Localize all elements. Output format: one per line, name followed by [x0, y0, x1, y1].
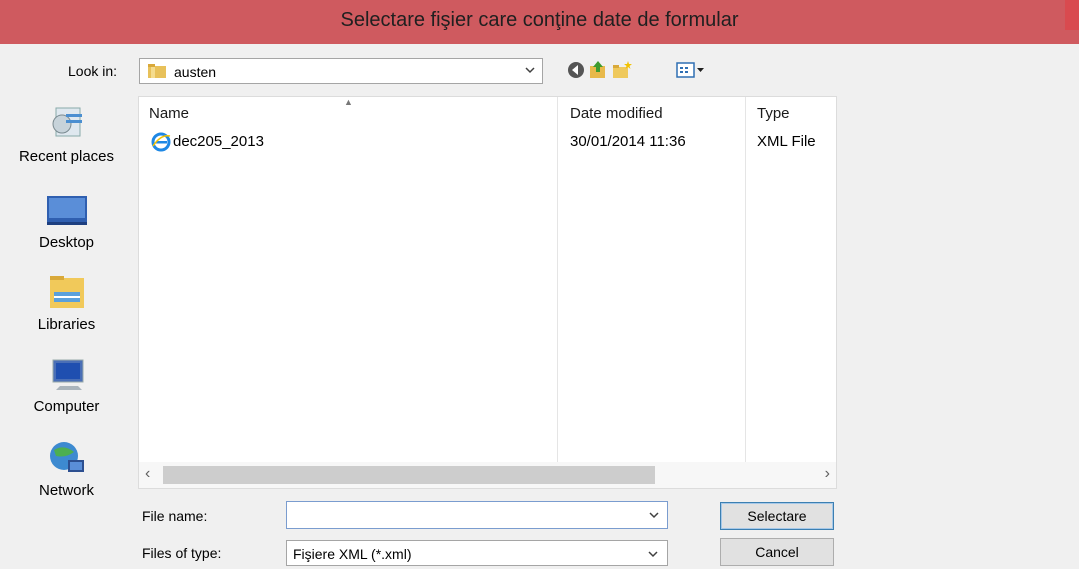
look-in-combo[interactable]: austen	[139, 58, 543, 84]
close-button[interactable]	[1065, 0, 1079, 30]
place-libraries[interactable]: Libraries	[0, 272, 133, 333]
up-folder-icon[interactable]	[588, 60, 608, 80]
view-menu-icon[interactable]	[676, 60, 706, 80]
new-folder-icon[interactable]	[612, 60, 632, 80]
horizontal-scrollbar[interactable]: ‹ ›	[139, 462, 836, 488]
desktop-icon	[46, 196, 87, 225]
file-type-select[interactable]: Fişiere XML (*.xml)	[286, 540, 668, 566]
sort-up-icon: ▲	[344, 97, 353, 107]
folder-icon	[148, 64, 166, 78]
place-desktop[interactable]: Desktop	[0, 190, 133, 251]
scroll-right-icon[interactable]: ›	[825, 465, 830, 483]
scroll-left-icon[interactable]: ‹	[145, 465, 150, 483]
place-label: Computer	[33, 398, 100, 415]
file-type-cell: XML File	[757, 133, 816, 150]
column-header-date-modified[interactable]: Date modified	[570, 105, 663, 122]
list-item[interactable]: dec205_2013 30/01/2014 11:36 XML File	[147, 131, 827, 153]
title-bar[interactable]: Selectare fişier care conţine date de fo…	[0, 0, 1079, 44]
file-name-input[interactable]	[286, 501, 668, 529]
place-label: Desktop	[38, 234, 95, 251]
file-date-cell: 30/01/2014 11:36	[570, 133, 686, 150]
chevron-down-icon[interactable]	[648, 509, 660, 521]
file-list[interactable]: Name ▲ Date modified Type dec205_2013 30…	[138, 96, 837, 489]
select-button[interactable]: Selectare	[720, 502, 834, 530]
recent-places-icon	[52, 107, 82, 137]
chevron-down-icon[interactable]	[524, 64, 536, 76]
place-computer[interactable]: Computer	[0, 354, 133, 415]
column-header-name[interactable]: Name	[149, 105, 189, 122]
places-bar: Recent places Desktop Libraries Computer	[0, 96, 133, 506]
back-icon[interactable]	[566, 60, 586, 80]
file-type-label: Files of type:	[142, 545, 222, 561]
scrollbar-thumb[interactable]	[163, 466, 655, 484]
network-icon	[49, 442, 84, 472]
place-label: Recent places	[18, 148, 115, 165]
computer-icon	[52, 359, 83, 390]
place-recent-places[interactable]: Recent places	[0, 104, 133, 165]
libraries-icon	[49, 276, 84, 308]
window-title: Selectare fişier care conţine date de fo…	[340, 9, 739, 31]
chevron-down-icon[interactable]	[647, 548, 659, 560]
place-network[interactable]: Network	[0, 438, 133, 499]
place-label: Libraries	[37, 316, 96, 333]
column-header-type[interactable]: Type	[757, 105, 790, 122]
internet-explorer-icon	[151, 132, 171, 152]
file-name-label: File name:	[142, 508, 208, 524]
file-name-cell: dec205_2013	[173, 133, 264, 150]
place-label: Network	[38, 482, 94, 499]
file-type-value: Fişiere XML (*.xml)	[293, 546, 412, 562]
look-in-label: Look in:	[68, 63, 118, 79]
look-in-value: austen	[174, 64, 217, 80]
cancel-button[interactable]: Cancel	[720, 538, 834, 566]
